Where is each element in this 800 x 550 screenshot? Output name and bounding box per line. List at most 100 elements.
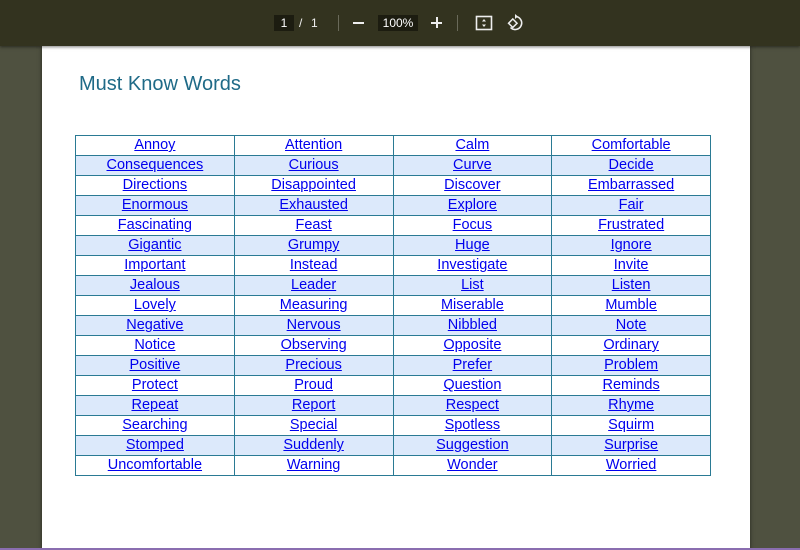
word-link[interactable]: Comfortable — [592, 137, 671, 153]
word-link[interactable]: Mumble — [605, 297, 657, 313]
word-link[interactable]: Explore — [448, 197, 497, 213]
word-link[interactable]: Ordinary — [603, 337, 659, 353]
word-link[interactable]: Squirm — [608, 417, 654, 433]
word-link[interactable]: Lovely — [134, 297, 176, 313]
word-link[interactable]: Problem — [604, 357, 658, 373]
table-cell: Frustrated — [551, 215, 711, 236]
word-link[interactable]: Uncomfortable — [108, 457, 202, 473]
word-link[interactable]: Discover — [444, 177, 500, 193]
table-cell: Leader — [233, 275, 394, 296]
word-link[interactable]: Nibbled — [448, 317, 497, 333]
rotate-icon — [507, 14, 523, 31]
word-link[interactable]: Special — [290, 417, 338, 433]
word-link[interactable]: Observing — [281, 337, 347, 353]
word-link[interactable]: Surprise — [604, 437, 658, 453]
word-link[interactable]: Ignore — [611, 237, 652, 253]
word-link[interactable]: Exhausted — [279, 197, 348, 213]
word-link[interactable]: Grumpy — [288, 237, 340, 253]
word-link[interactable]: Suggestion — [436, 437, 509, 453]
word-link[interactable]: Gigantic — [128, 237, 181, 253]
word-link[interactable]: Suddenly — [283, 437, 343, 453]
word-link[interactable]: Positive — [129, 357, 180, 373]
table-cell: Decide — [551, 155, 711, 176]
table-row: Enormous Exhausted Explore Fair — [75, 195, 711, 216]
table-row: Annoy Attention Calm Comfortable — [75, 135, 711, 156]
word-link[interactable]: Curve — [453, 157, 492, 173]
word-link[interactable]: List — [461, 277, 484, 293]
table-cell: Gigantic — [75, 235, 235, 256]
table-cell: Question — [392, 375, 553, 396]
word-link[interactable]: Leader — [291, 277, 336, 293]
table-row: Directions Disappointed Discover Embarrasse… — [75, 175, 711, 196]
table-cell: Annoy — [75, 135, 235, 156]
table-cell: Disappointed — [233, 175, 394, 196]
table-row: Searching Special Spotless Squirm — [75, 415, 711, 436]
word-link[interactable]: Jealous — [130, 277, 180, 293]
word-link[interactable]: Report — [292, 397, 336, 413]
word-link[interactable]: Instead — [290, 257, 338, 273]
word-link[interactable]: Warning — [287, 457, 340, 473]
word-link[interactable]: Invite — [614, 257, 649, 273]
word-link[interactable]: Wonder — [447, 457, 498, 473]
word-link[interactable]: Fascinating — [118, 217, 192, 233]
zoom-in-button[interactable] — [428, 11, 444, 33]
word-link[interactable]: Focus — [453, 217, 493, 233]
table-cell: Uncomfortable — [75, 455, 235, 476]
page-number-input[interactable]: 1 — [274, 15, 294, 31]
table-cell: Worried — [551, 455, 711, 476]
fit-to-page-button[interactable] — [475, 14, 493, 32]
word-link[interactable]: Question — [443, 377, 501, 393]
word-link[interactable]: Stomped — [126, 437, 184, 453]
word-link[interactable]: Embarrassed — [588, 177, 674, 193]
word-link[interactable]: Searching — [122, 417, 187, 433]
word-link[interactable]: Calm — [455, 137, 489, 153]
table-cell: Protect — [75, 375, 235, 396]
word-link[interactable]: Prefer — [453, 357, 493, 373]
word-link[interactable]: Note — [616, 317, 647, 333]
word-link[interactable]: Annoy — [134, 137, 175, 153]
word-link[interactable]: Huge — [455, 237, 490, 253]
word-link[interactable]: Attention — [285, 137, 342, 153]
word-link[interactable]: Precious — [285, 357, 341, 373]
word-link[interactable]: Feast — [295, 217, 331, 233]
word-link[interactable]: Frustrated — [598, 217, 664, 233]
table-cell: Suddenly — [233, 435, 394, 456]
word-link[interactable]: Proud — [294, 377, 333, 393]
table-cell: Squirm — [551, 415, 711, 436]
table-cell: Grumpy — [233, 235, 394, 256]
table-cell: Special — [233, 415, 394, 436]
word-link[interactable]: Miserable — [441, 297, 504, 313]
word-link[interactable]: Investigate — [437, 257, 507, 273]
word-link[interactable]: Respect — [446, 397, 499, 413]
word-link[interactable]: Enormous — [122, 197, 188, 213]
word-link[interactable]: Measuring — [280, 297, 348, 313]
table-cell: Notice — [75, 335, 235, 356]
table-row: Fascinating Feast Focus Frustrated — [75, 215, 711, 236]
word-link[interactable]: Worried — [606, 457, 657, 473]
word-link[interactable]: Reminds — [603, 377, 660, 393]
table-row: Stomped Suddenly Suggestion Surprise — [75, 435, 711, 456]
word-link[interactable]: Consequences — [107, 157, 204, 173]
rotate-button[interactable] — [506, 13, 526, 33]
word-link[interactable]: Spotless — [445, 417, 501, 433]
word-link[interactable]: Negative — [126, 317, 183, 333]
word-link[interactable]: Protect — [132, 377, 178, 393]
word-link[interactable]: Listen — [612, 277, 651, 293]
word-link[interactable]: Nervous — [287, 317, 341, 333]
word-link[interactable]: Notice — [134, 337, 175, 353]
zoom-out-button[interactable] — [350, 11, 366, 33]
table-cell: Comfortable — [551, 135, 711, 156]
word-link[interactable]: Curious — [289, 157, 339, 173]
table-row: Important Instead Investigate Invite — [75, 255, 711, 276]
word-link[interactable]: Repeat — [131, 397, 178, 413]
word-link[interactable]: Fair — [619, 197, 644, 213]
zoom-level-input[interactable]: 100% — [378, 15, 418, 31]
word-link[interactable]: Opposite — [443, 337, 501, 353]
word-link[interactable]: Important — [124, 257, 185, 273]
table-cell: Important — [75, 255, 235, 276]
word-link[interactable]: Directions — [123, 177, 187, 193]
word-link[interactable]: Rhyme — [608, 397, 654, 413]
word-link[interactable]: Disappointed — [271, 177, 356, 193]
table-cell: Suggestion — [392, 435, 553, 456]
word-link[interactable]: Decide — [609, 157, 654, 173]
